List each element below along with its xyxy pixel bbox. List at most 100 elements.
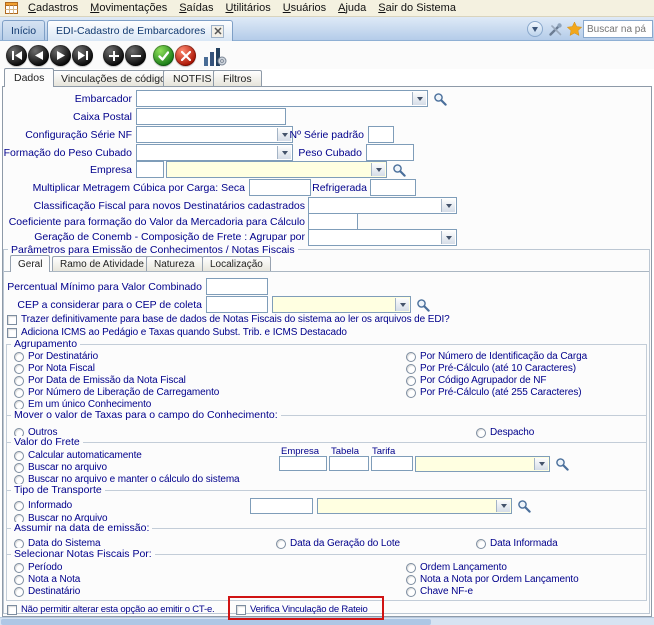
embarcador-combo[interactable] xyxy=(136,90,428,107)
num-serie-padrao-input[interactable] xyxy=(368,126,394,143)
tab-natureza[interactable]: Natureza xyxy=(146,256,203,271)
frete-tabela-input[interactable] xyxy=(329,456,369,471)
coeficiente-input[interactable] xyxy=(308,213,358,230)
checkbox-nao-permitir-alterar[interactable]: Não permitir alterar esta opção ao emiti… xyxy=(7,604,214,615)
radio-label: Data da Geração do Lote xyxy=(290,538,400,549)
last-record-button[interactable] xyxy=(72,45,93,66)
radio-por-numero-liberacao[interactable]: Por Número de Liberação de Carregamento xyxy=(14,387,219,398)
radio-despacho[interactable]: Despacho xyxy=(476,427,534,438)
radio-pre-calculo-10[interactable]: Por Pré-Cálculo (até 10 Caracteres) xyxy=(406,363,576,374)
tab-localizacao[interactable]: Localização xyxy=(202,256,271,271)
multiplicar-seca-input[interactable] xyxy=(249,179,311,196)
dropdown-arrow-icon[interactable] xyxy=(496,500,510,512)
radio-data-informada[interactable]: Data Informada xyxy=(476,538,558,549)
refrigerada-input[interactable] xyxy=(370,179,416,196)
menu-utilitarios[interactable]: Utilitários xyxy=(219,1,276,15)
radio-circle xyxy=(276,539,286,549)
empresa-combo[interactable] xyxy=(166,161,387,178)
annotation-highlight-rect xyxy=(228,596,384,620)
radio-pre-calculo-255[interactable]: Por Pré-Cálculo (até 255 Caracteres) xyxy=(406,387,581,398)
config-serie-nf-combo[interactable] xyxy=(136,126,293,143)
radio-calcular-automaticamente[interactable]: Calcular automaticamente xyxy=(14,450,142,461)
tab-filtros[interactable]: Filtros xyxy=(213,70,262,86)
tab-dados[interactable]: Dados xyxy=(4,68,54,87)
radio-nota-a-nota[interactable]: Nota a Nota xyxy=(14,574,80,585)
next-record-button[interactable] xyxy=(50,45,71,66)
frete-tarifa-combo[interactable] xyxy=(415,456,550,472)
menu-movimentacoes[interactable]: Movimentações xyxy=(84,1,173,15)
dropdown-arrow-icon[interactable] xyxy=(534,458,548,470)
caixa-postal-input[interactable] xyxy=(136,108,286,125)
menu-sair-do-sistema[interactable]: Sair do Sistema xyxy=(372,1,462,15)
plus-icon xyxy=(109,51,119,61)
frete-empresa-input[interactable] xyxy=(279,456,327,471)
panel-menu-button[interactable] xyxy=(527,21,543,37)
radio-por-codigo-agrupador-nf[interactable]: Por Código Agrupador de NF xyxy=(406,375,546,386)
dropdown-arrow-icon[interactable] xyxy=(395,298,409,311)
previous-record-button[interactable] xyxy=(28,45,49,66)
last-record-icon xyxy=(78,51,88,60)
cep-lookup-icon[interactable] xyxy=(416,298,430,312)
empresa-lookup-icon[interactable] xyxy=(392,163,406,177)
dropdown-arrow-icon[interactable] xyxy=(441,199,455,212)
delete-record-button[interactable] xyxy=(125,45,146,66)
record-toolbar xyxy=(0,41,654,69)
percentual-minimo-input[interactable] xyxy=(206,278,268,295)
radio-destinatario[interactable]: Destinatário xyxy=(14,586,80,597)
radio-nota-a-nota-ordem-lancamento[interactable]: Nota a Nota por Ordem Lançamento xyxy=(406,574,579,585)
tab-inicio-label: Início xyxy=(11,25,36,37)
radio-circle xyxy=(14,352,24,362)
tab-edi-cadastro-embarcadores[interactable]: EDI-Cadastro de Embarcadores xyxy=(47,20,233,41)
tipo-transporte-lookup-icon[interactable] xyxy=(517,499,531,513)
tab-inicio[interactable]: Início xyxy=(2,20,45,40)
cep-coleta-combo[interactable] xyxy=(272,296,411,313)
dropdown-arrow-icon[interactable] xyxy=(441,231,455,244)
dropdown-arrow-icon[interactable] xyxy=(412,92,426,105)
dropdown-arrow-icon[interactable] xyxy=(371,163,385,176)
config-serie-nf-label: Configuração Série NF xyxy=(25,129,132,141)
radio-por-numero-identificacao-carga[interactable]: Por Número de Identificação da Carga xyxy=(406,351,587,362)
cep-coleta-input[interactable] xyxy=(206,296,268,313)
classificacao-fiscal-combo[interactable] xyxy=(308,197,457,214)
radio-por-nota-fiscal[interactable]: Por Nota Fiscal xyxy=(14,363,95,374)
checkbox-trazer-definitivamente[interactable]: Trazer definitivamente para base de dado… xyxy=(7,314,450,325)
radio-ordem-lancamento[interactable]: Ordem Lançamento xyxy=(406,562,507,573)
menu-usuarios[interactable]: Usuários xyxy=(277,1,332,15)
radio-por-destinatario[interactable]: Por Destinatário xyxy=(14,351,98,362)
radio-data-geracao-lote[interactable]: Data da Geração do Lote xyxy=(276,538,400,549)
formacao-peso-cubado-combo[interactable] xyxy=(136,144,293,161)
menu-cadastros[interactable]: Cadastros xyxy=(22,1,84,15)
empresa-label: Empresa xyxy=(90,164,132,176)
tab-close-icon[interactable] xyxy=(211,25,224,38)
statistics-button[interactable] xyxy=(203,46,227,67)
checkbox-box xyxy=(7,328,17,338)
embarcador-lookup-icon[interactable] xyxy=(433,92,447,106)
radio-buscar-no-arquivo-frete[interactable]: Buscar no arquivo xyxy=(14,462,107,473)
page-search-input[interactable] xyxy=(583,20,653,38)
menu-saidas[interactable]: Saídas xyxy=(173,1,219,15)
peso-cubado-input[interactable] xyxy=(366,144,414,161)
dropdown-arrow-icon[interactable] xyxy=(277,146,291,159)
tipo-transporte-code-input[interactable] xyxy=(250,498,313,514)
favorite-star-icon[interactable] xyxy=(566,21,582,37)
first-record-button[interactable] xyxy=(6,45,27,66)
geracao-conemb-combo[interactable] xyxy=(308,229,457,246)
confirm-button[interactable] xyxy=(153,45,174,66)
frete-lookup-icon[interactable] xyxy=(555,457,569,471)
previous-record-icon xyxy=(35,51,43,60)
frete-tarifa-input[interactable] xyxy=(371,456,413,471)
checkbox-adiciona-icms[interactable]: Adiciona ICMS ao Pedágio e Taxas quando … xyxy=(7,327,347,338)
radio-por-data-emissao-nf[interactable]: Por Data de Emissão da Nota Fiscal xyxy=(14,375,186,386)
tab-vinculacoes-codigos[interactable]: Vinculações de códigos xyxy=(51,70,181,86)
tipo-transporte-combo[interactable] xyxy=(317,498,512,514)
empresa-code-input[interactable] xyxy=(136,161,164,178)
radio-chave-nfe[interactable]: Chave NF-e xyxy=(406,586,473,597)
radio-informado[interactable]: Informado xyxy=(14,500,72,511)
tab-ramo-atividade[interactable]: Ramo de Atividade xyxy=(52,256,152,271)
cancel-button[interactable] xyxy=(175,45,196,66)
add-record-button[interactable] xyxy=(103,45,124,66)
tab-geral[interactable]: Geral xyxy=(10,255,50,272)
tools-icon[interactable] xyxy=(547,21,563,37)
menu-ajuda[interactable]: Ajuda xyxy=(332,1,372,15)
radio-periodo[interactable]: Período xyxy=(14,562,62,573)
